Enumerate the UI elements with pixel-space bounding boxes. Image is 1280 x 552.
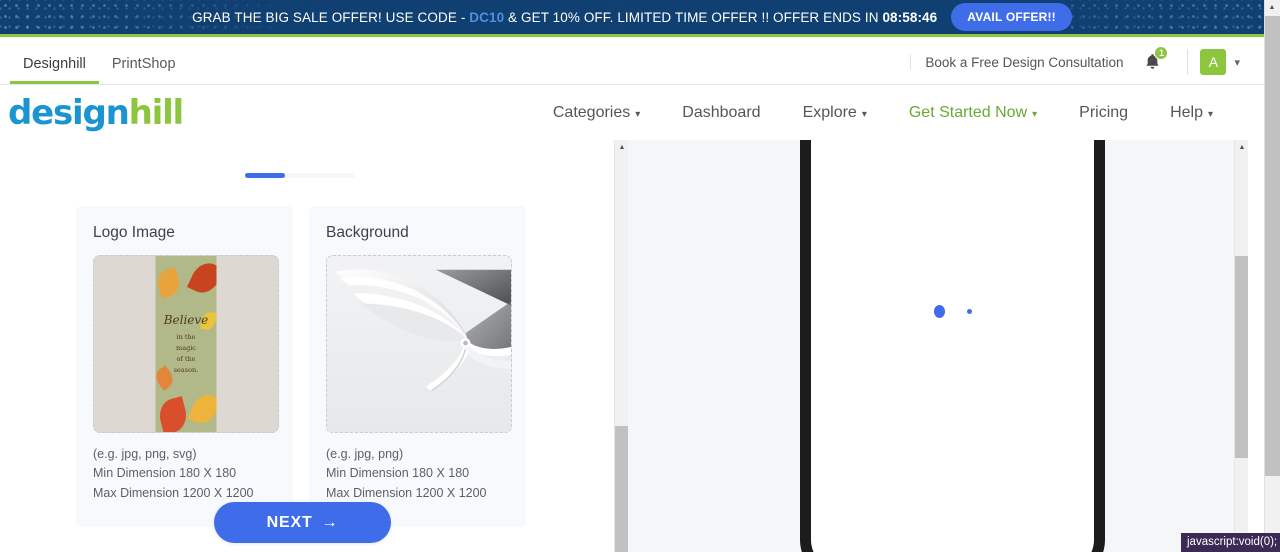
leaf-shape bbox=[155, 267, 184, 299]
promo-code: DC10 bbox=[469, 9, 505, 25]
logo-image-thumbnail[interactable]: Believe in the magic of the season. bbox=[93, 255, 279, 433]
tab-designhill[interactable]: Designhill bbox=[10, 56, 99, 84]
nav-item-dashboard[interactable]: Dashboard bbox=[661, 104, 781, 122]
nav-item-help[interactable]: Help ▾ bbox=[1149, 104, 1234, 122]
tab-printshop[interactable]: PrintShop bbox=[99, 56, 189, 85]
wizard-progress-bar bbox=[245, 173, 355, 178]
promo-text-middle: & GET 10% OFF. LIMITED TIME OFFER !! OFF… bbox=[504, 9, 883, 25]
loading-dot-small bbox=[966, 309, 972, 314]
site-tabs: Designhill PrintShop bbox=[0, 40, 189, 84]
promo-message: GRAB THE BIG SALE OFFER! USE CODE - DC10… bbox=[192, 10, 937, 25]
account-chevron-down-icon[interactable]: ▾ bbox=[1234, 56, 1240, 69]
logo-text-hill: hill bbox=[128, 93, 185, 133]
wizard-pane-scrollbar[interactable]: ▲ bbox=[614, 140, 629, 552]
logo-image-notes: (e.g. jpg, png, svg) Min Dimension 180 X… bbox=[93, 445, 276, 503]
nav-label-get-started-now: Get Started Now bbox=[908, 104, 1028, 121]
book-consultation-link[interactable]: Book a Free Design Consultation bbox=[910, 54, 1137, 70]
leaf-shape bbox=[186, 258, 217, 298]
phone-mockup bbox=[800, 140, 1105, 552]
nav-label-dashboard: Dashboard bbox=[682, 104, 761, 121]
wizard-progress-fill bbox=[245, 173, 285, 178]
nav-label-categories: Categories bbox=[552, 104, 631, 121]
notification-badge: 1 bbox=[1154, 46, 1169, 60]
promo-banner: GRAB THE BIG SALE OFFER! USE CODE - DC10… bbox=[0, 0, 1264, 37]
bookmark-line-4: season. bbox=[173, 366, 199, 375]
browser-viewport: GRAB THE BIG SALE OFFER! USE CODE - DC10… bbox=[0, 0, 1280, 552]
upload-cards: Logo Image Believe in the magic of the s… bbox=[76, 206, 526, 528]
bookmark-line-2: magic bbox=[176, 344, 196, 353]
background-max-dimension: Max Dimension 1200 X 1200 bbox=[326, 485, 487, 500]
logo-image-max-dimension: Max Dimension 1200 X 1200 bbox=[93, 485, 254, 500]
designhill-logo[interactable]: designhill bbox=[8, 93, 185, 133]
nav-items: Categories ▾ Dashboard Explore ▾ Get Sta… bbox=[532, 104, 1264, 122]
wizard-pane: Logo Image Believe in the magic of the s… bbox=[0, 140, 614, 552]
logo-image-title: Logo Image bbox=[93, 224, 175, 241]
avatar[interactable]: A bbox=[1200, 49, 1227, 75]
main-navigation: designhill Categories ▾ Dashboard Explor… bbox=[0, 86, 1264, 140]
divider bbox=[1187, 49, 1189, 75]
background-min-dimension: Min Dimension 180 X 180 bbox=[326, 466, 470, 481]
next-button[interactable]: NEXT → bbox=[214, 502, 391, 543]
status-bar-url: javascript:void(0); bbox=[1181, 533, 1280, 552]
preview-pane-scrollbar[interactable]: ▲ bbox=[1234, 140, 1248, 552]
preview-pane: ▲ bbox=[628, 140, 1248, 552]
preview-pane-scrollbar-thumb[interactable] bbox=[1235, 256, 1248, 458]
chevron-down-icon: ▾ bbox=[1207, 108, 1213, 120]
arrow-right-icon: → bbox=[321, 513, 339, 531]
logo-text-design: design bbox=[8, 93, 130, 133]
page-scrollbar-thumb[interactable] bbox=[1265, 16, 1280, 476]
logo-image-card: Logo Image Believe in the magic of the s… bbox=[76, 206, 293, 528]
loading-indicator bbox=[933, 305, 972, 318]
background-formats: (e.g. jpg, png) bbox=[326, 447, 404, 461]
bookmark-headline: Believe bbox=[163, 313, 209, 327]
open-book-illustration bbox=[327, 256, 511, 432]
notifications-button[interactable]: 1 bbox=[1137, 46, 1169, 77]
bookmark-text: Believe in the magic of the season. bbox=[156, 312, 217, 376]
chevron-down-icon: ▾ bbox=[635, 108, 641, 120]
background-thumbnail[interactable] bbox=[326, 255, 512, 433]
background-title: Background bbox=[326, 224, 409, 241]
nav-item-explore[interactable]: Explore ▾ bbox=[782, 104, 888, 122]
page-scrollbar[interactable]: ▲ bbox=[1264, 0, 1280, 552]
nav-label-help: Help bbox=[1170, 104, 1203, 121]
chevron-down-icon: ▾ bbox=[861, 108, 867, 120]
content-area: Logo Image Believe in the magic of the s… bbox=[0, 140, 1264, 552]
background-notes: (e.g. jpg, png) Min Dimension 180 X 180 … bbox=[326, 445, 509, 503]
promo-countdown-timer: 08:58:46 bbox=[882, 9, 938, 25]
utility-bar-right: Book a Free Design Consultation 1 A ▾ bbox=[910, 40, 1264, 84]
next-button-label: NEXT bbox=[266, 513, 313, 531]
logo-image-formats: (e.g. jpg, png, svg) bbox=[93, 447, 197, 461]
leaf-shape bbox=[188, 390, 217, 428]
leaf-shape bbox=[155, 396, 191, 432]
scroll-up-arrow-icon[interactable]: ▲ bbox=[1265, 0, 1279, 14]
scroll-up-arrow-icon[interactable]: ▲ bbox=[1235, 140, 1248, 154]
nav-item-get-started-now[interactable]: Get Started Now ▾ bbox=[888, 104, 1058, 122]
background-card: Background (e.g. jpg, png) Min Dimension… bbox=[309, 206, 526, 528]
logo-image-min-dimension: Min Dimension 180 X 180 bbox=[93, 466, 237, 481]
avail-offer-button[interactable]: AVAIL OFFER!! bbox=[951, 3, 1072, 31]
scroll-up-arrow-icon[interactable]: ▲ bbox=[615, 140, 629, 154]
promo-text-before: GRAB THE BIG SALE OFFER! USE CODE - bbox=[192, 9, 470, 25]
bookmark-artwork: Believe in the magic of the season. bbox=[155, 256, 217, 432]
utility-bar: Designhill PrintShop Book a Free Design … bbox=[0, 40, 1264, 85]
nav-label-pricing: Pricing bbox=[1079, 104, 1129, 121]
promo-banner-content: GRAB THE BIG SALE OFFER! USE CODE - DC10… bbox=[0, 0, 1264, 34]
chevron-down-icon: ▾ bbox=[1032, 108, 1038, 120]
bookmark-line-3: of the bbox=[176, 355, 196, 364]
wizard-pane-scrollbar-thumb[interactable] bbox=[615, 426, 629, 552]
nav-item-pricing[interactable]: Pricing bbox=[1058, 104, 1149, 122]
bookmark-line-1: in the bbox=[176, 333, 196, 342]
loading-dot-large bbox=[933, 305, 945, 318]
nav-label-explore: Explore bbox=[802, 104, 857, 121]
nav-item-categories[interactable]: Categories ▾ bbox=[532, 104, 661, 122]
